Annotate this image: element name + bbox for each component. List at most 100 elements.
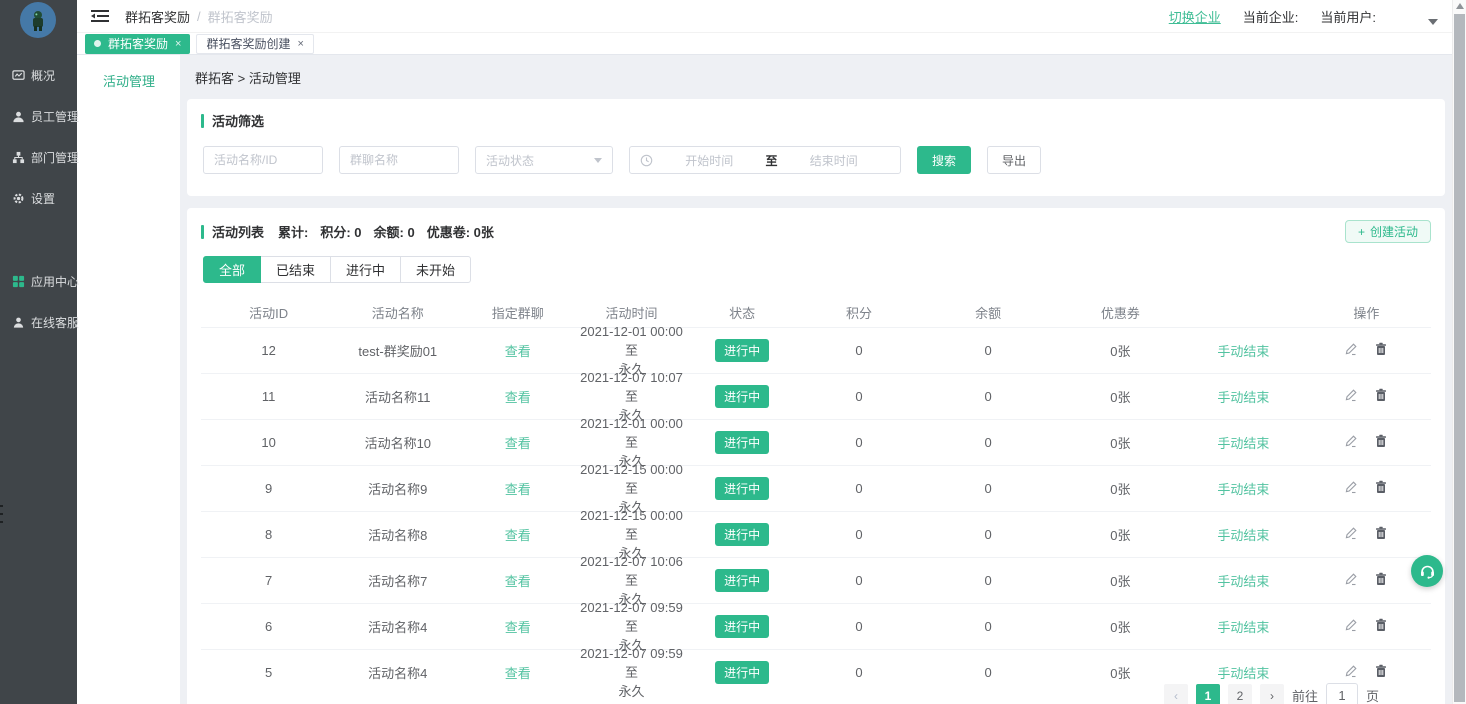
delete-icon[interactable] bbox=[1374, 664, 1388, 678]
status-tab-ended[interactable]: 已结束 bbox=[260, 256, 331, 283]
edit-icon[interactable] bbox=[1344, 664, 1358, 678]
view-group-link[interactable]: 查看 bbox=[505, 574, 531, 589]
view-group-link[interactable]: 查看 bbox=[505, 620, 531, 635]
manual-end-link[interactable]: 手动结束 bbox=[1217, 666, 1269, 681]
cell-points: 0 bbox=[798, 389, 921, 404]
collapse-menu-icon[interactable] bbox=[91, 9, 109, 23]
sidebar-item-online-support[interactable]: 在线客服 bbox=[0, 302, 77, 343]
view-group-link[interactable]: 查看 bbox=[505, 666, 531, 681]
filter-title: 活动筛选 bbox=[212, 111, 264, 130]
edit-icon[interactable] bbox=[1344, 388, 1358, 402]
tab-group-reward-create[interactable]: 群拓客奖励创建 × bbox=[196, 34, 313, 54]
delete-icon[interactable] bbox=[1374, 526, 1388, 540]
view-group-link[interactable]: 查看 bbox=[505, 482, 531, 497]
activity-status-select[interactable]: 活动状态 bbox=[475, 146, 613, 174]
summary-coupons: 优惠卷: 0张 bbox=[427, 222, 494, 241]
activity-list-card: 活动列表 累计: 积分: 0 余额: 0 优惠卷: 0张 + 创建活动 全部 已… bbox=[187, 208, 1445, 704]
delete-icon[interactable] bbox=[1374, 388, 1388, 402]
delete-icon[interactable] bbox=[1374, 618, 1388, 632]
table-row: 9 活动名称9 查看 2021-12-15 00:00 至 永久 进行中 0 0… bbox=[201, 465, 1431, 511]
delete-icon[interactable] bbox=[1374, 434, 1388, 448]
page-button-2[interactable]: 2 bbox=[1228, 684, 1252, 704]
sidebar-edge-handle[interactable] bbox=[0, 505, 3, 527]
export-button[interactable]: 导出 bbox=[987, 146, 1041, 174]
delete-icon[interactable] bbox=[1374, 342, 1388, 356]
edit-icon[interactable] bbox=[1344, 572, 1358, 586]
edit-icon[interactable] bbox=[1344, 434, 1358, 448]
cell-points: 0 bbox=[798, 343, 921, 358]
status-badge: 进行中 bbox=[715, 615, 769, 638]
page-breadcrumb: 群拓客 > 活动管理 bbox=[187, 55, 1445, 99]
status-tab-all[interactable]: 全部 bbox=[203, 256, 261, 283]
sidebar-item-overview[interactable]: 概况 bbox=[0, 55, 77, 96]
manual-end-link[interactable]: 手动结束 bbox=[1217, 344, 1269, 359]
cell-coupons: 0张 bbox=[1056, 571, 1185, 590]
user-caret-down-icon[interactable] bbox=[1428, 19, 1438, 25]
edit-icon[interactable] bbox=[1344, 526, 1358, 540]
activity-name-input[interactable] bbox=[203, 146, 323, 174]
status-badge: 进行中 bbox=[715, 569, 769, 592]
cell-coupons: 0张 bbox=[1056, 525, 1185, 544]
cell-activity-id: 5 bbox=[201, 665, 336, 680]
tab-group-reward[interactable]: 群拓客奖励 × bbox=[85, 34, 190, 54]
sidebar-item-employees[interactable]: 员工管理 bbox=[0, 96, 77, 137]
list-header: 活动列表 累计: 积分: 0 余额: 0 优惠卷: 0张 + 创建活动 bbox=[201, 220, 1431, 243]
delete-icon[interactable] bbox=[1374, 480, 1388, 494]
delete-icon[interactable] bbox=[1374, 572, 1388, 586]
create-activity-button[interactable]: + 创建活动 bbox=[1345, 220, 1431, 243]
manual-end-link[interactable]: 手动结束 bbox=[1217, 528, 1269, 543]
edit-icon[interactable] bbox=[1344, 342, 1358, 356]
goto-label: 前往 bbox=[1292, 686, 1318, 704]
customer-support-button[interactable] bbox=[1411, 555, 1443, 587]
page-unit-label: 页 bbox=[1366, 686, 1379, 704]
sidebar-item-app-center[interactable]: 应用中心 bbox=[0, 261, 77, 302]
group-name-input[interactable] bbox=[339, 146, 459, 174]
view-group-link[interactable]: 查看 bbox=[505, 436, 531, 451]
edit-icon[interactable] bbox=[1344, 618, 1358, 632]
summary-points: 积分: 0 bbox=[320, 222, 361, 241]
manual-end-link[interactable]: 手动结束 bbox=[1217, 482, 1269, 497]
edit-icon[interactable] bbox=[1344, 480, 1358, 494]
cell-balance: 0 bbox=[921, 665, 1056, 680]
table-row: 6 活动名称4 查看 2021-12-07 09:59 至 永久 进行中 0 0… bbox=[201, 603, 1431, 649]
summary-label: 累计: bbox=[278, 222, 308, 241]
status-tab-in-progress[interactable]: 进行中 bbox=[330, 256, 401, 283]
cell-coupons: 0张 bbox=[1056, 617, 1185, 636]
status-tab-not-started[interactable]: 未开始 bbox=[400, 256, 471, 283]
next-page-button[interactable]: › bbox=[1260, 684, 1284, 704]
cell-activity-name: 活动名称4 bbox=[336, 617, 459, 636]
close-tab-icon[interactable]: × bbox=[297, 38, 303, 50]
end-time-placeholder[interactable]: 结束时间 bbox=[778, 152, 891, 169]
sidebar-item-label: 概况 bbox=[31, 67, 55, 84]
col-coupons: 优惠券 bbox=[1056, 303, 1185, 322]
summary-balance: 余额: 0 bbox=[374, 222, 415, 241]
prev-page-button[interactable]: ‹ bbox=[1164, 684, 1188, 704]
manual-end-link[interactable]: 手动结束 bbox=[1217, 436, 1269, 451]
row-actions bbox=[1344, 618, 1388, 632]
scrollbar-thumb[interactable] bbox=[1454, 14, 1465, 702]
close-tab-icon[interactable]: × bbox=[175, 38, 181, 50]
sidebar-item-activity-management[interactable]: 活动管理 bbox=[77, 55, 180, 90]
manual-end-link[interactable]: 手动结束 bbox=[1217, 620, 1269, 635]
plus-icon: + bbox=[1358, 225, 1365, 239]
sidebar-item-departments[interactable]: 部门管理 bbox=[0, 137, 77, 178]
view-group-link[interactable]: 查看 bbox=[505, 528, 531, 543]
switch-company-link[interactable]: 切换企业 bbox=[1169, 7, 1221, 26]
search-button[interactable]: 搜索 bbox=[917, 146, 971, 174]
create-activity-label: 创建活动 bbox=[1370, 223, 1418, 240]
vertical-scrollbar[interactable] bbox=[1452, 0, 1466, 704]
start-time-placeholder[interactable]: 开始时间 bbox=[653, 152, 766, 169]
cell-activity-id: 8 bbox=[201, 527, 336, 542]
manual-end-link[interactable]: 手动结束 bbox=[1217, 574, 1269, 589]
view-group-link[interactable]: 查看 bbox=[505, 344, 531, 359]
page-button-1[interactable]: 1 bbox=[1196, 684, 1220, 704]
sidebar-item-settings[interactable]: 设置 bbox=[0, 178, 77, 219]
view-group-link[interactable]: 查看 bbox=[505, 390, 531, 405]
cell-activity-name: 活动名称4 bbox=[336, 663, 459, 682]
manual-end-link[interactable]: 手动结束 bbox=[1217, 390, 1269, 405]
active-dot-icon bbox=[94, 40, 101, 47]
scrollbar-up-arrow-icon[interactable] bbox=[1456, 3, 1464, 9]
goto-page-input[interactable] bbox=[1326, 683, 1358, 704]
table-row: 8 活动名称8 查看 2021-12-15 00:00 至 永久 进行中 0 0… bbox=[201, 511, 1431, 557]
date-range-picker[interactable]: 开始时间 至 结束时间 bbox=[629, 146, 901, 174]
